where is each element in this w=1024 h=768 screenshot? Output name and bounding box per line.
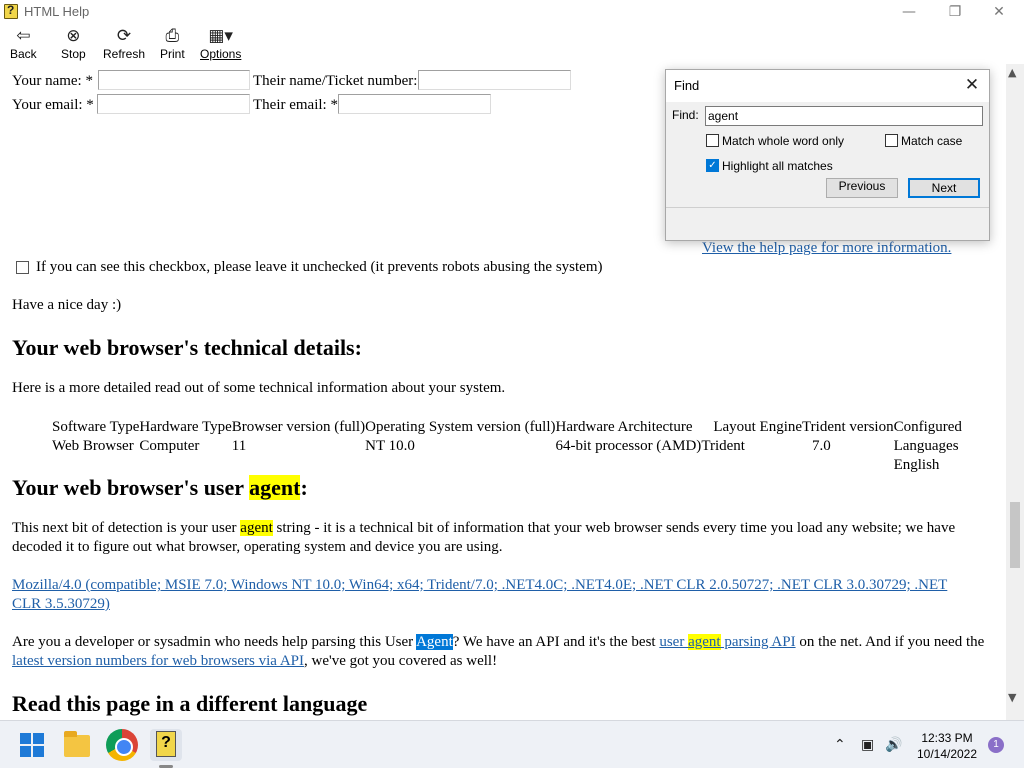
table-header: Software Type bbox=[52, 419, 140, 435]
print-button[interactable]: ⎙ Print bbox=[160, 26, 185, 64]
your-name-label: Your name: * bbox=[12, 73, 93, 89]
table-header: Layout Engine bbox=[713, 419, 803, 435]
robot-checkbox-label: If you can see this checkbox, please lea… bbox=[36, 259, 603, 275]
table-cell: Computer bbox=[139, 438, 200, 454]
tech-intro-text: Here is a more detailed read out of some… bbox=[12, 380, 506, 396]
highlight-all-checkbox[interactable]: ✓ bbox=[706, 159, 719, 172]
back-arrow-icon: ⇦ bbox=[16, 26, 31, 46]
network-icon[interactable]: ▣ bbox=[861, 737, 874, 753]
table-cell: NT 10.0 bbox=[365, 438, 415, 454]
table-header: Hardware Type bbox=[139, 419, 232, 435]
robot-checkbox[interactable] bbox=[16, 261, 29, 274]
search-highlight: agent bbox=[240, 520, 273, 536]
current-search-match: Agent bbox=[416, 634, 453, 650]
clock-time: 12:33 PM bbox=[921, 731, 973, 745]
stop-icon: ⊗ bbox=[66, 26, 81, 46]
table-header: Trident version bbox=[802, 419, 894, 435]
options-icon: ▦▾ bbox=[208, 26, 233, 46]
match-whole-word-checkbox[interactable] bbox=[706, 134, 719, 147]
find-dialog-divider bbox=[666, 207, 989, 208]
table-row: English bbox=[52, 456, 962, 475]
refresh-button[interactable]: ⟳ Refresh bbox=[103, 26, 145, 64]
user-agent-string-link-line-2[interactable]: CLR 3.5.30729) bbox=[12, 596, 110, 613]
table-header: Browser version (full) bbox=[231, 419, 366, 435]
taskbar: ⌃ ▣ 🔊 12:33 PM 10/14/2022 1 bbox=[0, 720, 1024, 768]
table-header: Operating System version (full) bbox=[365, 419, 556, 435]
back-button[interactable]: ⇦ Back bbox=[10, 26, 37, 64]
table-header: Configured bbox=[893, 419, 962, 435]
previous-button[interactable]: Previous bbox=[826, 178, 898, 198]
file-explorer-icon[interactable] bbox=[64, 731, 90, 757]
user-agent-string-link[interactable]: Mozilla/4.0 (compatible; MSIE 7.0; Windo… bbox=[12, 577, 947, 594]
table-header: Hardware Architecture bbox=[555, 419, 693, 435]
html-help-taskbar-icon[interactable] bbox=[150, 729, 182, 761]
system-clock[interactable]: 12:33 PM 10/14/2022 bbox=[912, 730, 982, 762]
highlight-all-label: Highlight all matches bbox=[722, 159, 833, 173]
clock-date: 10/14/2022 bbox=[916, 747, 978, 761]
user-agent-heading: Your web browser's user agent: bbox=[12, 475, 308, 500]
table-cell: 7.0 bbox=[812, 438, 831, 454]
latest-versions-link[interactable]: latest version numbers for web browsers … bbox=[12, 653, 304, 669]
toolbar: ⇦ Back ⊗ Stop ⟳ Refresh ⎙ Print ▦▾ Optio… bbox=[0, 24, 1024, 64]
their-email-label: Their email: * bbox=[253, 97, 338, 113]
stop-button[interactable]: ⊗ Stop bbox=[61, 26, 86, 64]
tech-details-table: Software Type Hardware Type Browser vers… bbox=[52, 418, 962, 475]
chrome-icon[interactable] bbox=[106, 729, 138, 761]
table-cell: Languages bbox=[893, 438, 959, 454]
notification-badge[interactable]: 1 bbox=[988, 737, 1004, 753]
restore-button[interactable]: ❐ bbox=[932, 0, 978, 24]
parsing-api-link[interactable]: user agent parsing API bbox=[659, 634, 796, 650]
match-case-label: Match case bbox=[901, 134, 963, 148]
help-page-link[interactable]: View the help page for more information. bbox=[702, 240, 951, 257]
start-windows-icon[interactable] bbox=[16, 729, 48, 761]
minimize-button[interactable]: — bbox=[886, 0, 932, 24]
search-highlight: agent bbox=[249, 475, 301, 500]
find-dialog: Find ✕ Find: Match whole word only Match… bbox=[665, 69, 990, 241]
their-name-input[interactable] bbox=[418, 70, 571, 90]
ua-paragraph-2: Are you a developer or sysadmin who need… bbox=[12, 634, 985, 650]
refresh-icon: ⟳ bbox=[116, 26, 132, 46]
match-case-checkbox[interactable] bbox=[885, 134, 898, 147]
scroll-up-icon[interactable]: ▲ bbox=[1008, 66, 1016, 79]
find-dialog-titlebar: Find ✕ bbox=[666, 70, 989, 102]
their-name-label: Their name/Ticket number: bbox=[253, 73, 418, 89]
options-button[interactable]: ▦▾ Options bbox=[200, 26, 241, 64]
table-cell: Trident bbox=[701, 438, 745, 454]
next-button[interactable]: Next bbox=[908, 178, 980, 198]
language-heading: Read this page in a different language bbox=[12, 691, 368, 716]
window-title: HTML Help bbox=[24, 4, 90, 19]
table-row: Web Browser Computer 11 NT 10.0 64-bit p… bbox=[52, 437, 962, 456]
volume-icon[interactable]: 🔊 bbox=[885, 737, 902, 753]
table-cell: English bbox=[893, 457, 940, 473]
match-whole-word-label: Match whole word only bbox=[722, 134, 845, 148]
printer-icon: ⎙ bbox=[165, 26, 180, 46]
tech-header-row: Software Type Hardware Type Browser vers… bbox=[52, 418, 962, 437]
find-label: Find: bbox=[672, 108, 699, 122]
find-input[interactable] bbox=[705, 106, 983, 126]
your-name-input[interactable] bbox=[98, 70, 250, 90]
help-app-icon bbox=[4, 3, 18, 19]
ua-paragraph-1-line-2: decoded it to figure out what browser, o… bbox=[12, 539, 503, 555]
title-bar: HTML Help — ❐ ✕ bbox=[0, 0, 1024, 24]
close-button[interactable]: ✕ bbox=[976, 0, 1022, 24]
their-email-input[interactable] bbox=[338, 94, 491, 114]
nice-day-text: Have a nice day :) bbox=[12, 297, 122, 313]
table-cell: 64-bit processor (AMD) bbox=[555, 438, 702, 454]
your-email-label: Your email: * bbox=[12, 97, 94, 113]
table-cell: 11 bbox=[231, 438, 247, 454]
chevron-up-icon[interactable]: ⌃ bbox=[834, 737, 846, 753]
scroll-down-icon[interactable]: ▼ bbox=[1008, 691, 1016, 704]
ua-paragraph-1: This next bit of detection is your user … bbox=[12, 520, 956, 536]
your-email-input[interactable] bbox=[97, 94, 250, 114]
scroll-thumb[interactable] bbox=[1010, 502, 1020, 568]
ua-paragraph-2-line-2: latest version numbers for web browsers … bbox=[12, 653, 498, 669]
find-close-icon[interactable]: ✕ bbox=[961, 74, 983, 96]
vertical-scrollbar[interactable]: ▲ ▼ bbox=[1006, 64, 1024, 720]
table-cell: Web Browser bbox=[52, 438, 134, 454]
search-highlight: agent bbox=[688, 634, 721, 650]
find-dialog-title: Find bbox=[674, 78, 700, 93]
